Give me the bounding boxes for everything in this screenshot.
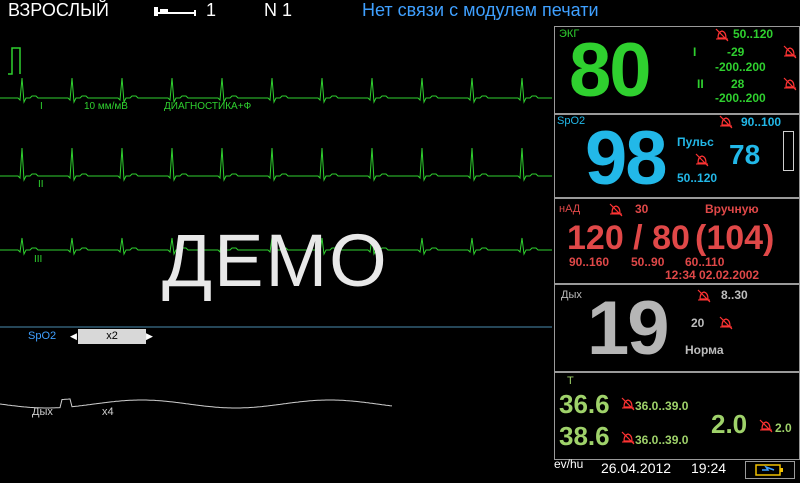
alarm-bell-off-icon [719, 115, 733, 129]
nibp-sys-dia: 120 / 80 [567, 219, 690, 257]
alarm-bell-off-icon [609, 203, 623, 217]
alarm-bell-off-icon [783, 45, 797, 59]
resp-value: 19 [587, 286, 670, 371]
hr-limits: 50..120 [733, 27, 774, 41]
network-id: N 1 [264, 0, 293, 20]
apnea-time: 20 [691, 316, 705, 330]
resp-wave-label: Дых [32, 406, 53, 418]
perfusion-bar [783, 131, 794, 171]
resp-wave [0, 398, 393, 409]
nibp-title: нАД [559, 203, 581, 215]
ecg-lead-ii-label: II [38, 179, 44, 190]
st1-limits: -200..200 [715, 60, 766, 74]
demo-watermark: ДЕМО [162, 219, 389, 302]
battery-plug-icon [755, 464, 783, 476]
ecg-mode-label[interactable]: ДИАГНОСТИКА+Ф [164, 101, 251, 112]
spo2-gain-selector[interactable]: ◀ x2 ▶ [70, 329, 153, 344]
temp2-value: 38.6 [559, 421, 610, 451]
nibp-interval: 30 [635, 202, 649, 216]
alarm-bell-off-icon [719, 316, 733, 330]
temp-title: Т [567, 375, 574, 387]
alarm-bell-off-icon [715, 28, 729, 42]
st1-value: -29 [727, 45, 745, 59]
power-status [745, 461, 795, 479]
status-url-fragment: ev/hu [554, 457, 584, 471]
ekg-panel[interactable]: ЭКГ 80 50..120 I -29 -200..200 II 28 -20… [554, 26, 800, 114]
spo2-gain-value[interactable]: x2 [78, 329, 146, 344]
nibp-dia-limits: 50..90 [631, 255, 665, 269]
pulse-label: Пульс [677, 135, 714, 149]
spo2-title: SpO2 [557, 115, 586, 127]
ecg-lead-iii-label: III [34, 254, 43, 265]
bed-number: 1 [206, 0, 217, 20]
ecg-wave-1 [0, 77, 552, 104]
top-bar: ВЗРОСЛЫЙ 1 N 1 Нет связи с модулем печат… [0, 0, 800, 24]
ecg-wave-2 [0, 147, 552, 182]
heart-rate-value: 80 [569, 28, 652, 113]
arrow-left-icon[interactable]: ◀ [70, 331, 77, 342]
nibp-sys-limits: 90..160 [569, 255, 610, 269]
status-time: 19:24 [691, 460, 727, 476]
bed-icon [154, 7, 196, 16]
waveform-area: I 10 мм/мВ ДИАГНОСТИКА+Ф II III SpO2 ◀ x… [0, 26, 552, 478]
alarm-bell-off-icon [697, 289, 711, 303]
nibp-mode[interactable]: Вручную [705, 202, 759, 216]
temp-delta-limit: 2.0 [775, 421, 792, 435]
spo2-limits: 90..100 [741, 115, 782, 129]
arrow-right-icon[interactable]: ▶ [146, 331, 153, 342]
temp-panel[interactable]: Т 36.6 36.0..39.0 38.6 36.0..39.0 2.0 2.… [554, 372, 800, 460]
spo2-wave-label: SpO2 [28, 330, 57, 342]
pulse-value: 78 [729, 139, 761, 170]
alarm-bell-off-icon [621, 397, 635, 411]
resp-limits: 8..30 [721, 288, 748, 302]
st2-value: 28 [731, 77, 745, 91]
printer-warning: Нет связи с модулем печати [362, 0, 599, 20]
temp1-limits: 36.0..39.0 [635, 399, 689, 413]
temp1-value: 36.6 [559, 389, 610, 419]
patient-mode[interactable]: ВЗРОСЛЫЙ [8, 0, 109, 21]
st1-label: I [693, 45, 697, 59]
spo2-panel[interactable]: SpO2 98 90..100 Пульс 78 50..120 [554, 114, 800, 201]
status-date: 26.04.2012 [601, 460, 672, 476]
resp-status: Норма [685, 343, 724, 357]
resp-panel[interactable]: Дых 19 8..30 20 Норма [554, 284, 800, 372]
nibp-timestamp: 12:34 02.02.2002 [665, 268, 760, 282]
resp-gain-label[interactable]: x4 [102, 406, 114, 418]
st2-label: II [697, 77, 704, 91]
resp-title: Дых [561, 289, 582, 301]
alarm-bell-off-icon [621, 431, 635, 445]
ecg-calibration-mark [8, 47, 21, 75]
pulse-limits: 50..120 [677, 171, 718, 185]
ecg-lead-i-label: I [40, 101, 43, 112]
nibp-panel[interactable]: нАД 30 Вручную 120 / 80 (104) 90..160 50… [554, 198, 800, 284]
nibp-mean: (104) [695, 219, 775, 257]
temp-delta-value: 2.0 [711, 409, 748, 439]
alarm-bell-off-icon [695, 153, 709, 167]
alarm-bell-off-icon [783, 77, 797, 91]
nibp-mean-limits: 60..110 [685, 255, 725, 269]
ecg-scale-label[interactable]: 10 мм/мВ [84, 101, 128, 112]
alarm-bell-off-icon [759, 419, 773, 433]
st2-limits: -200..200 [715, 91, 766, 105]
spo2-value: 98 [585, 116, 668, 201]
temp2-limits: 36.0..39.0 [635, 433, 689, 447]
